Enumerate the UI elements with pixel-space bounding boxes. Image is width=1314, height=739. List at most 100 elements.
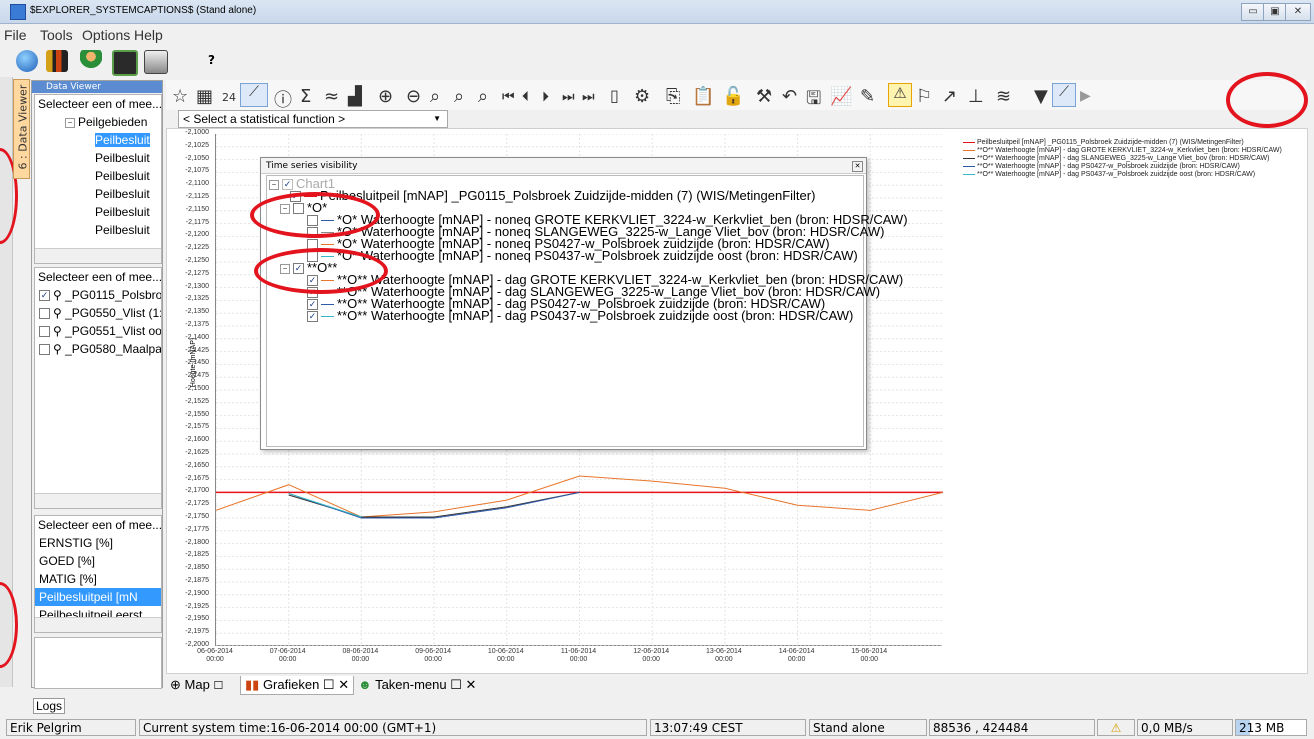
- last-icon[interactable]: ⏭: [562, 89, 575, 105]
- dialog-close-icon[interactable]: ✕: [852, 161, 863, 172]
- list-item[interactable]: GOED [%]: [35, 552, 161, 570]
- save-icon[interactable]: 🖫: [806, 86, 821, 116]
- user-icon[interactable]: [80, 50, 102, 72]
- globe-icon[interactable]: [16, 50, 38, 72]
- tab-grafieken[interactable]: ▮▮ Grafieken ☐ ✕: [240, 676, 355, 695]
- series-visibility-icon[interactable]: ⟋: [1052, 83, 1076, 107]
- star-icon[interactable]: ☆: [172, 86, 188, 107]
- info-icon[interactable]: ⓘ: [274, 86, 292, 112]
- pencil-icon[interactable]: ✎: [860, 86, 875, 107]
- end-icon[interactable]: ⏭: [582, 89, 595, 105]
- maximize-button[interactable]: ▣: [1263, 3, 1287, 21]
- y-tick-label: -2,1750: [185, 513, 209, 520]
- edit-series-icon[interactable]: ⚒: [756, 86, 772, 107]
- y-tick-label: -2,1325: [185, 295, 209, 303]
- table-icon[interactable]: ▦: [196, 86, 213, 107]
- tree-series-row[interactable]: *O* Waterhoogte [mNAP] - noneq PS0437-w_…: [307, 249, 858, 263]
- list-item[interactable]: Peilbesluit: [35, 167, 161, 185]
- y-tick-label: -2,1000: [185, 129, 209, 136]
- settings-icon[interactable]: ⚙: [634, 86, 650, 107]
- flag-icon[interactable]: ⚐: [916, 86, 932, 107]
- series-line[interactable]: [288, 491, 580, 518]
- horizontal-scrollbar[interactable]: [35, 617, 161, 632]
- y-tick-label: -2,1650: [185, 461, 209, 469]
- list-item[interactable]: Peilbesluitpeil [mN: [35, 588, 161, 606]
- list-item[interactable]: Peilbesluit: [35, 131, 161, 149]
- zoom-out-icon[interactable]: ⊖: [406, 86, 421, 107]
- document-icon[interactable]: ▯: [610, 86, 619, 105]
- horizontal-scrollbar[interactable]: [35, 248, 161, 263]
- list-item[interactable]: ⚲ _PG0580_Maalpar: [35, 340, 161, 358]
- legend-label: Peilbesluitpeil [mNAP] _PG0115_Polsbroek…: [977, 139, 1244, 146]
- list-item[interactable]: ERNSTIG [%]: [35, 534, 161, 552]
- axes-icon[interactable]: ⊥: [968, 86, 984, 107]
- paste-icon[interactable]: 📋: [692, 86, 714, 107]
- filter-icon[interactable]: ▼: [1034, 86, 1048, 107]
- hours-button[interactable]: 24: [222, 91, 236, 104]
- statistical-function-select[interactable]: < Select a statistical function > ▼: [178, 110, 448, 128]
- zoom-in-icon[interactable]: ⊕: [378, 86, 393, 107]
- more-icon[interactable]: ▶: [1080, 88, 1091, 104]
- parameter-list[interactable]: Selecteer een of mee... ERNSTIG [%] GOED…: [34, 515, 162, 633]
- minimize-button[interactable]: ▭: [1241, 3, 1265, 21]
- chart-bars-icon[interactable]: [46, 50, 68, 72]
- terminal-icon[interactable]: [112, 50, 138, 76]
- x-tick-label: 09-06-2014 00:00: [415, 648, 451, 663]
- list-item[interactable]: ⚲ _PG0551_Vlist oo: [35, 322, 161, 340]
- sum-icon[interactable]: Σ: [300, 86, 311, 107]
- list-item[interactable]: Peilbesluit: [35, 221, 161, 239]
- logs-button[interactable]: Logs: [33, 698, 65, 714]
- list-item[interactable]: ⚲ _PG0550_Vlist (1:: [35, 304, 161, 322]
- calculator-icon[interactable]: [144, 50, 168, 74]
- graph-icon[interactable]: 📈: [830, 86, 852, 107]
- zoom-extent-icon[interactable]: ⌕: [430, 86, 440, 107]
- data-viewer-tab-label: 6 : Data Viewer: [16, 84, 30, 170]
- warning-icon[interactable]: ⚠: [888, 83, 912, 107]
- menu-options[interactable]: Options: [82, 27, 130, 43]
- legend-label: **O** Waterhoogte [mNAP] - dag PS0427-w_…: [977, 163, 1240, 170]
- y-tick-label: -2,1575: [185, 423, 209, 431]
- tree-group-peilgebieden[interactable]: − Peilgebieden: [35, 113, 161, 131]
- filter-list[interactable]: Selecteer een of mee... ✓ ⚲ _PG0115_Polsb…: [34, 267, 162, 509]
- location-tree[interactable]: Selecteer een of mee... − Peilgebieden Pe…: [34, 94, 162, 264]
- y-tick-label: -2,1850: [185, 564, 209, 572]
- first-icon[interactable]: ⏮: [502, 89, 515, 105]
- line-chart-icon[interactable]: ⟋: [240, 83, 268, 107]
- y-tick-label: -2,1100: [185, 180, 209, 188]
- help-button[interactable]: ?: [208, 53, 215, 67]
- list-item[interactable]: ✓ ⚲ _PG0115_Polsbro: [35, 286, 161, 304]
- trend-icon[interactable]: ↗: [942, 86, 957, 107]
- legend-entry: **O** Waterhoogte [mNAP] - dag PS0437-w_…: [963, 171, 1255, 178]
- x-tick-label: 13-06-2014 00:00: [705, 648, 742, 663]
- list-item[interactable]: Peilbesluit: [35, 149, 161, 167]
- list-item[interactable]: Peilbesluit: [35, 185, 161, 203]
- status-system-time: Current system time:16-06-2014 00:00 (GM…: [139, 719, 647, 736]
- y-tick-label: -2,1450: [185, 359, 209, 367]
- bar-icon[interactable]: ▟: [348, 86, 362, 107]
- undo-icon[interactable]: ↶: [782, 86, 797, 107]
- tree-series-row[interactable]: ✓ Peilbesluitpeil [mNAP] _PG0115_Polsbroe…: [290, 189, 815, 203]
- list-item[interactable]: MATIG [%]: [35, 570, 161, 588]
- list-item[interactable]: Peilbesluit: [35, 203, 161, 221]
- series-line[interactable]: [288, 492, 362, 518]
- horizontal-scrollbar[interactable]: [35, 493, 161, 508]
- menu-help[interactable]: Help: [134, 27, 163, 43]
- tree-series-row[interactable]: ✓ **O** Waterhoogte [mNAP] - dag PS0437-w…: [307, 309, 853, 323]
- lock-icon[interactable]: 🔓: [722, 86, 744, 107]
- menu-tools[interactable]: Tools: [40, 27, 73, 43]
- check-list-icon[interactable]: ≈: [324, 86, 339, 107]
- menu-file[interactable]: File: [4, 27, 27, 43]
- zoom-prev-icon[interactable]: ⌕: [454, 86, 464, 107]
- next-icon[interactable]: ⏵: [542, 89, 549, 105]
- status-bar: Erik Pelgrim Current system time:16-06-2…: [0, 716, 1314, 739]
- data-viewer-side-tab[interactable]: 6 : Data Viewer: [13, 79, 30, 179]
- copy-icon[interactable]: ⎘: [666, 86, 680, 107]
- tab-taken-menu[interactable]: ☻ Taken-menu ☐ ✕: [358, 676, 476, 694]
- zoom-next-icon[interactable]: ⌕: [478, 86, 488, 107]
- legend-label: **O** Waterhoogte [mNAP] - dag PS0437-w_…: [977, 171, 1256, 178]
- close-button[interactable]: ✕: [1285, 3, 1311, 21]
- warning-icon[interactable]: ⚠: [1097, 719, 1135, 736]
- tab-map[interactable]: ⊕ Map ☐: [170, 676, 223, 694]
- prev-icon[interactable]: ⏴: [522, 89, 529, 105]
- series-icon[interactable]: ≋: [996, 86, 1011, 107]
